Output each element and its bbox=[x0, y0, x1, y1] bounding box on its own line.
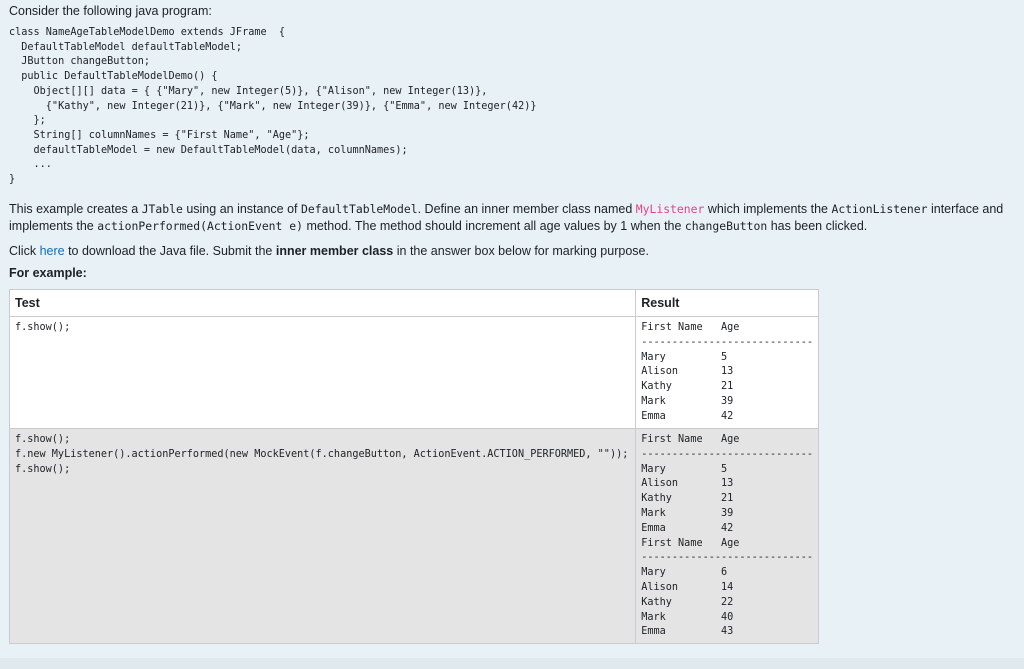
example-table: Test Result f.show(); First Name Age ---… bbox=[8, 289, 819, 644]
result-output: First Name Age -------------------------… bbox=[641, 322, 813, 422]
test-code: f.show(); bbox=[15, 322, 71, 333]
desc-text-2: using an instance of bbox=[182, 202, 301, 216]
result-output: First Name Age -------------------------… bbox=[641, 434, 813, 638]
intro-text: Consider the following java program: bbox=[9, 4, 212, 18]
desc-code-actionperformed: actionPerformed(ActionEvent e) bbox=[97, 219, 303, 233]
test-cell: f.show(); bbox=[8, 316, 637, 429]
table-row: f.show(); f.new MyListener().actionPerfo… bbox=[8, 428, 819, 644]
question-page: Consider the following java program: cla… bbox=[0, 0, 1024, 669]
result-cell: First Name Age -------------------------… bbox=[635, 316, 819, 429]
desc-text-4: which implements the bbox=[704, 202, 832, 216]
desc-code-mylistener: MyListener bbox=[635, 202, 705, 216]
desc-text-1: This example creates a bbox=[9, 202, 142, 216]
table-header-row: Test Result bbox=[8, 289, 819, 317]
download-bold-text: inner member class bbox=[275, 244, 394, 258]
page-bottom-edge bbox=[0, 658, 1024, 669]
download-instructions: Click here to download the Java file. Su… bbox=[9, 243, 1019, 260]
download-text-3: in the answer box below for marking purp… bbox=[393, 244, 649, 258]
download-text-1: Click bbox=[9, 244, 40, 258]
desc-text-7: has been clicked. bbox=[767, 219, 868, 233]
desc-text-6: method. The method should increment all … bbox=[302, 219, 685, 233]
header-result: Result bbox=[635, 289, 819, 317]
example-label: For example: bbox=[9, 266, 87, 280]
download-link[interactable]: here bbox=[40, 244, 65, 258]
desc-code-actionlistener: ActionListener bbox=[831, 202, 928, 216]
desc-code-changebutton: changeButton bbox=[684, 219, 768, 233]
header-test: Test bbox=[8, 289, 637, 317]
result-cell: First Name Age -------------------------… bbox=[635, 428, 819, 644]
desc-code-jtable: JTable bbox=[141, 202, 183, 216]
test-cell: f.show(); f.new MyListener().actionPerfo… bbox=[8, 428, 637, 644]
java-code-block: class NameAgeTableModelDemo extends JFra… bbox=[9, 27, 537, 186]
download-text-2: to download the Java file. Submit the bbox=[64, 244, 276, 258]
question-description: This example creates a JTable using an i… bbox=[9, 201, 1019, 235]
test-code: f.show(); f.new MyListener().actionPerfo… bbox=[15, 434, 629, 475]
desc-code-defaulttablemodel: DefaultTableModel bbox=[301, 202, 418, 216]
desc-text-3: . Define an inner member class named bbox=[417, 202, 636, 216]
table-row: f.show(); First Name Age ---------------… bbox=[8, 316, 819, 429]
